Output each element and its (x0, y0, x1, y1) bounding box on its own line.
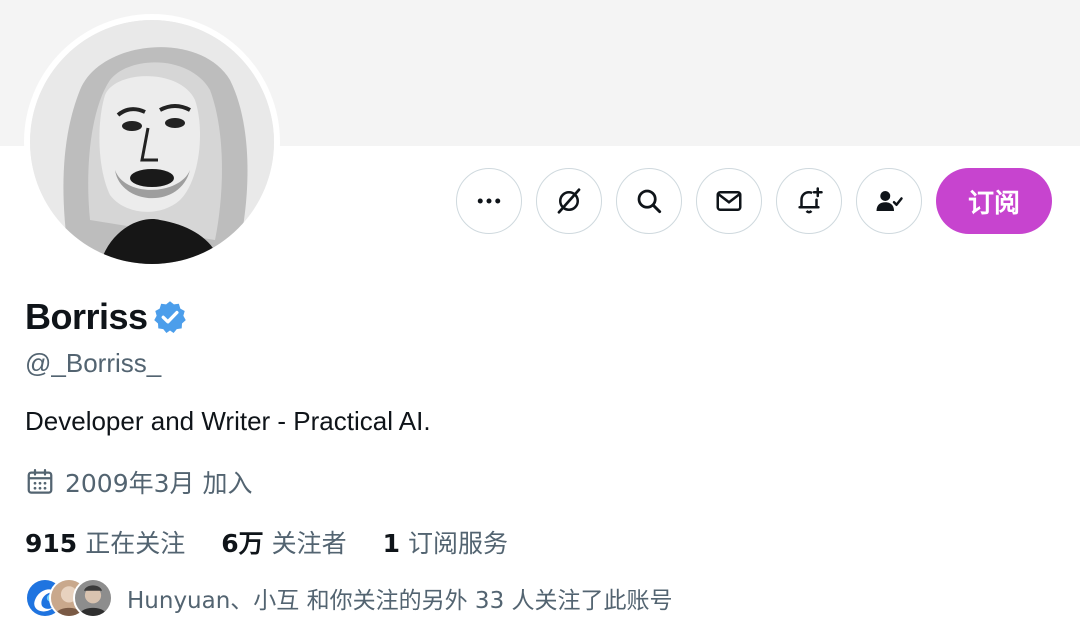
following-label: 正在关注 (85, 529, 186, 558)
profile-actions: 订阅 (456, 168, 1052, 234)
name-row: Borriss (25, 296, 188, 338)
calendar-icon (27, 469, 53, 494)
followers-count: 6万 (221, 529, 264, 558)
search-icon (637, 189, 662, 214)
person-check-icon (876, 191, 903, 211)
followers-label: 关注者 (271, 529, 347, 558)
avatar-image (30, 20, 274, 264)
display-name: Borriss (25, 296, 148, 337)
subscriptions-count: 1 (382, 529, 401, 558)
subscribe-button[interactable]: 订阅 (936, 168, 1052, 234)
mail-icon (716, 191, 742, 211)
followers-stat[interactable]: 6万 关注者 (221, 524, 346, 560)
grok-button[interactable] (536, 168, 602, 234)
notify-button[interactable] (776, 168, 842, 234)
follower-avatar (73, 578, 113, 618)
stats-row: 915 正在关注 6万 关注者 1 订阅服务 (25, 524, 544, 560)
following-stat[interactable]: 915 正在关注 (25, 524, 185, 560)
grok-icon (557, 188, 581, 214)
joined-date-row: 2009年3月 加入 (25, 464, 252, 500)
avatar-portrait-icon (30, 20, 274, 264)
subscriptions-label: 订阅服务 (408, 529, 509, 558)
followed-by-row[interactable]: Hunyuan、小互 和你关注的另外 33 人关注了此账号 (25, 578, 673, 618)
following-button[interactable] (856, 168, 922, 234)
search-button[interactable] (616, 168, 682, 234)
more-icon (477, 198, 501, 204)
profile-handle: @_Borriss_ (25, 348, 162, 378)
joined-date-text: 2009年3月 加入 (65, 469, 253, 498)
bell-plus-icon (798, 187, 823, 214)
profile-page: 订阅 Borriss @_Borriss_ Developer and Writ… (0, 0, 1080, 633)
following-count: 915 (25, 529, 78, 558)
message-button[interactable] (696, 168, 762, 234)
more-button[interactable] (456, 168, 522, 234)
profile-bio: Developer and Writer - Practical AI. (25, 406, 431, 436)
subscriptions-stat[interactable]: 1 订阅服务 (383, 524, 508, 560)
followed-by-text: Hunyuan、小互 和你关注的另外 33 人关注了此账号 (127, 588, 673, 614)
verified-badge-icon[interactable] (152, 299, 188, 335)
user-avatar-icon (75, 580, 111, 616)
profile-avatar[interactable] (24, 14, 280, 270)
